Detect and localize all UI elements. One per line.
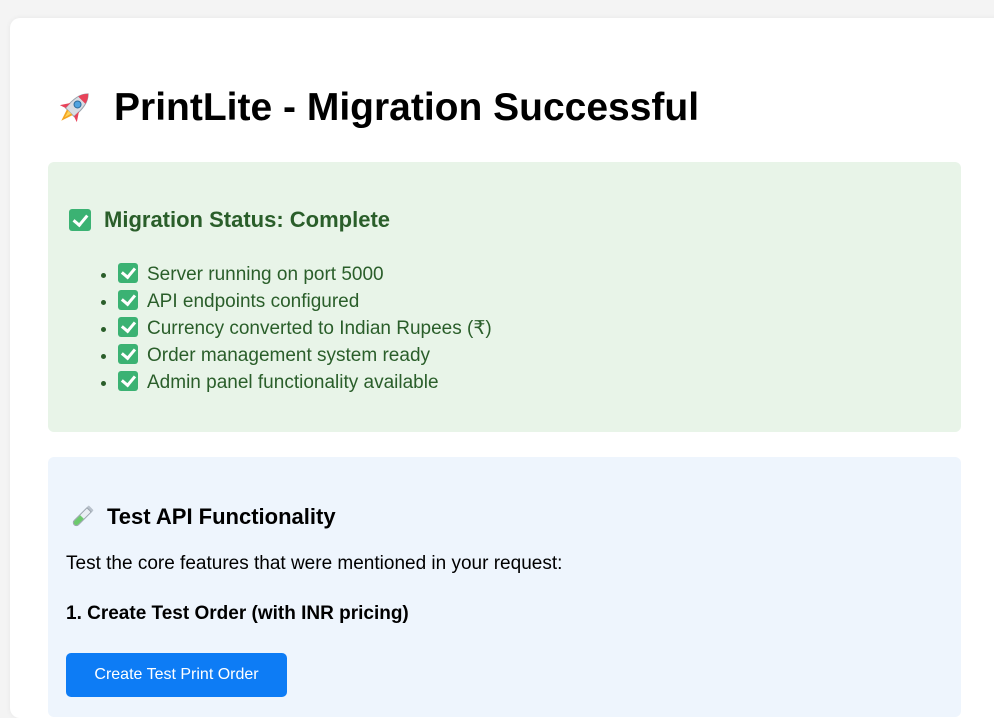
test-tube-icon: [68, 503, 96, 531]
migration-status-panel: Migration Status: Complete Server runnin…: [48, 162, 961, 432]
check-icon: [118, 263, 138, 283]
list-item: Currency converted to Indian Rupees (₹): [118, 315, 492, 342]
rocket-icon: [52, 86, 96, 130]
status-heading: Migration Status: Complete: [69, 207, 390, 233]
status-heading-text: Migration Status: Complete: [104, 207, 391, 232]
test-description: Test the core features that were mention…: [66, 553, 563, 574]
list-item-label: Admin panel functionality available: [147, 372, 439, 393]
list-item-label: Server running on port 5000: [147, 264, 384, 285]
check-icon: [118, 290, 138, 310]
main-card: PrintLite - Migration Successful Migrati…: [10, 18, 994, 718]
list-item: API endpoints configured: [118, 288, 492, 315]
test-heading-text: Test API Functionality: [107, 504, 336, 529]
check-icon: [118, 344, 138, 364]
page-title-text: PrintLite - Migration Successful: [114, 86, 700, 129]
page-title: PrintLite - Migration Successful: [52, 86, 699, 130]
list-item-label: API endpoints configured: [147, 291, 360, 312]
create-test-order-button[interactable]: Create Test Print Order: [66, 653, 287, 697]
list-item-label: Order management system ready: [147, 345, 431, 366]
status-list: Server running on port 5000 API endpoint…: [96, 261, 492, 396]
list-item: Server running on port 5000: [118, 261, 492, 288]
test-heading: Test API Functionality: [68, 503, 336, 531]
check-icon: [118, 317, 138, 337]
check-icon: [69, 209, 91, 231]
list-item-label: Currency converted to Indian Rupees (₹): [147, 318, 492, 339]
check-icon: [118, 371, 138, 391]
list-item: Admin panel functionality available: [118, 369, 492, 396]
test-api-panel: Test API Functionality Test the core fea…: [48, 457, 961, 717]
step-1-title: 1. Create Test Order (with INR pricing): [66, 603, 409, 624]
list-item: Order management system ready: [118, 342, 492, 369]
